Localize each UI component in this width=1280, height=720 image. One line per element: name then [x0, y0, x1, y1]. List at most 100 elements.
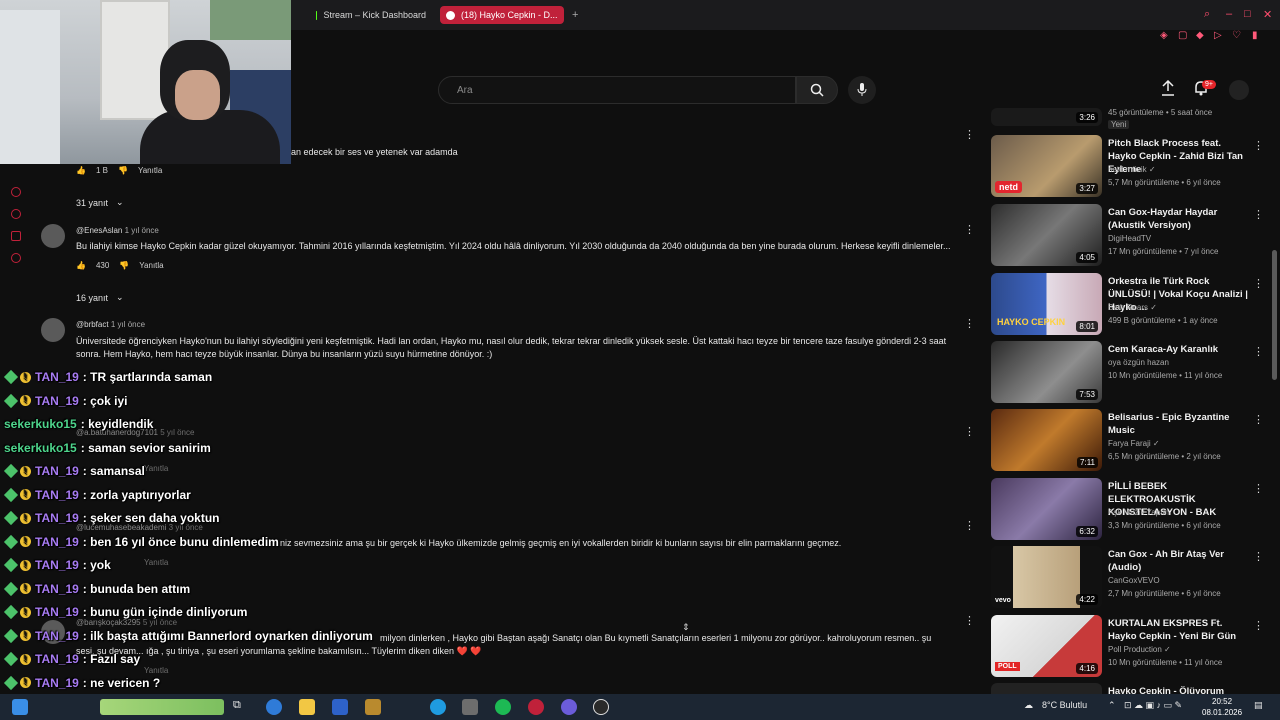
related-video[interactable]: vevo 4:22 Can Gox - Ah Bir Ataş Ver (Aud… — [991, 546, 1264, 608]
video-thumbnail[interactable] — [991, 683, 1102, 694]
video-title[interactable]: Belisarius - Epic Byzantine Music — [1108, 411, 1248, 437]
comment-menu-icon[interactable]: ⋮ — [964, 521, 975, 532]
video-thumbnail[interactable]: netd 3:27 — [991, 135, 1102, 197]
search-tabs-icon[interactable]: ⌕ — [1204, 8, 1210, 21]
obs-icon[interactable] — [593, 699, 609, 715]
commenter-avatar[interactable] — [41, 318, 65, 342]
replies-toggle[interactable]: 16 yanıt ⌄ — [76, 292, 124, 303]
video-channel[interactable]: Beth Roars ✓ — [1108, 303, 1157, 312]
related-video[interactable]: netd 3:27 Pitch Black Process feat. Hayk… — [991, 135, 1264, 197]
video-menu-icon[interactable]: ⋮ — [1253, 277, 1264, 290]
video-title[interactable]: KURTALAN EKSPRES Ft. Hayko Cepkin - Yeni… — [1108, 617, 1248, 643]
minimize-icon[interactable]: – — [1226, 8, 1232, 20]
play-icon[interactable]: ▷ — [1214, 30, 1222, 41]
video-thumbnail[interactable]: 4:05 — [991, 204, 1102, 266]
comment-menu-icon[interactable]: ⋮ — [964, 427, 975, 438]
search-input[interactable]: Ara — [438, 76, 796, 104]
tab-youtube-video[interactable]: (18) Hayko Cepkin - D... — [440, 6, 564, 24]
video-menu-icon[interactable]: ⋮ — [1253, 550, 1264, 563]
video-thumbnail[interactable]: POLL 4:16 — [991, 615, 1102, 677]
related-video[interactable]: 4:05 Can Gox-Haydar Haydar (Akustik Vers… — [991, 204, 1264, 266]
screenshot-icon[interactable]: ▢ — [1178, 30, 1187, 41]
calculator-icon[interactable] — [462, 699, 478, 715]
video-title[interactable]: Can Gox-Haydar Haydar (Akustik Versiyon) — [1108, 206, 1248, 232]
dislike-icon[interactable]: 👎 — [119, 261, 129, 270]
taskbar-search-thumbnail[interactable] — [100, 699, 224, 715]
video-thumbnail[interactable]: 3:26 — [991, 108, 1102, 126]
related-video[interactable]: 7:53 Cem Karaca-Ay Karanlık oya özgün ha… — [991, 341, 1264, 403]
video-channel[interactable]: Aşk Müzik Yapım — [1108, 508, 1169, 517]
related-video[interactable]: POLL 4:16 KURTALAN EKSPRES Ft. Hayko Cep… — [991, 615, 1264, 677]
game-icon[interactable] — [365, 699, 381, 715]
like-icon[interactable]: 👍 — [76, 166, 86, 175]
vpn-icon[interactable] — [332, 699, 348, 715]
like-icon[interactable]: 👍 — [76, 261, 86, 270]
reply-button[interactable]: Yanıtla — [144, 464, 168, 473]
related-video[interactable]: 6:32 PİLLİ BEBEK ELEKTROAKUSTİK KONSTELA… — [991, 478, 1264, 540]
video-title[interactable]: Hayko Cepkin - Ölüyorum — [1108, 685, 1248, 694]
reply-button[interactable]: Yanıtla — [139, 261, 163, 270]
dislike-icon[interactable]: 👎 — [118, 166, 128, 175]
video-thumbnail[interactable]: 7:53 — [991, 341, 1102, 403]
video-channel[interactable]: netd müzik ✓ — [1108, 165, 1156, 174]
video-channel[interactable]: Farya Faraji ✓ — [1108, 439, 1160, 448]
chevron-up-icon[interactable]: ⌃ — [1108, 700, 1116, 711]
video-thumbnail[interactable]: HAYKO CEPKIN 8:01 — [991, 273, 1102, 335]
video-thumbnail[interactable]: 6:32 — [991, 478, 1102, 540]
video-menu-icon[interactable]: ⋮ — [1253, 413, 1264, 426]
pin-icon[interactable]: ◈ — [1160, 30, 1168, 41]
opera-gx-icon[interactable] — [528, 699, 544, 715]
tray-icons[interactable]: ⊡ ☁ ▣ ♪ ▭ ✎ — [1124, 700, 1182, 711]
comment-menu-icon[interactable]: ⋮ — [964, 319, 975, 330]
shield-icon[interactable]: ◆ — [1196, 30, 1204, 41]
tab-kick-dashboard[interactable]: Stream – Kick Dashboard — [310, 6, 432, 24]
video-menu-icon[interactable]: ⋮ — [1253, 619, 1264, 632]
windows-start-icon[interactable] — [12, 699, 28, 715]
comment-menu-icon[interactable]: ⋮ — [964, 130, 975, 141]
video-menu-icon[interactable]: ⋮ — [1253, 482, 1264, 495]
search-button[interactable] — [796, 76, 838, 104]
spotify-icon[interactable] — [495, 699, 511, 715]
heart-icon[interactable]: ♡ — [1232, 30, 1241, 41]
sidebar-history-icon[interactable] — [11, 187, 21, 197]
video-menu-icon[interactable]: ⋮ — [1253, 208, 1264, 221]
task-view-icon[interactable]: ⧉ — [233, 699, 249, 715]
replies-toggle[interactable]: 31 yanıt ⌄ — [76, 197, 124, 208]
video-thumbnail[interactable]: vevo 4:22 — [991, 546, 1102, 608]
related-video[interactable]: 3:26 45 görüntüleme • 5 saat önce Yeni — [991, 108, 1261, 130]
discord-icon[interactable] — [561, 699, 577, 715]
account-avatar[interactable] — [1229, 80, 1249, 100]
video-title[interactable]: Cem Karaca-Ay Karanlık — [1108, 343, 1248, 356]
new-tab-button[interactable]: + — [566, 6, 582, 24]
page-scrollbar[interactable] — [1272, 250, 1277, 380]
comment-author[interactable]: @brbfact — [76, 320, 109, 329]
copilot-icon[interactable] — [266, 699, 282, 715]
video-channel[interactable]: oya özgün hazan — [1108, 358, 1169, 367]
upload-icon[interactable] — [1161, 80, 1175, 96]
video-menu-icon[interactable]: ⋮ — [1253, 345, 1264, 358]
video-channel[interactable]: DigiHeadTV — [1108, 234, 1151, 243]
related-video[interactable]: HAYKO CEPKIN 8:01 Orkestra ile Türk Rock… — [991, 273, 1264, 335]
comment-author[interactable]: @EnesAslan — [76, 226, 122, 235]
sidebar-toggle-icon[interactable]: ▮ — [1252, 30, 1258, 41]
sidebar-cut-icon[interactable] — [11, 231, 21, 241]
voice-search-button[interactable] — [848, 76, 876, 104]
video-thumbnail[interactable]: 7:11 — [991, 409, 1102, 471]
notification-center-icon[interactable]: ▤ — [1254, 700, 1263, 711]
maximize-icon[interactable]: □ — [1244, 8, 1251, 20]
weather-text[interactable]: 8°C Bulutlu — [1042, 700, 1087, 710]
close-icon[interactable]: ✕ — [1263, 8, 1272, 21]
reply-button[interactable]: Yanıtla — [138, 166, 162, 175]
related-video[interactable]: 7:11 Belisarius - Epic Byzantine Music F… — [991, 409, 1264, 471]
video-channel[interactable]: CanGoxVEVO — [1108, 576, 1160, 585]
video-menu-icon[interactable]: ⋮ — [1253, 139, 1264, 152]
commenter-avatar[interactable] — [41, 224, 65, 248]
edge-icon[interactable] — [430, 699, 446, 715]
weather-icon[interactable]: ☁ — [1024, 700, 1033, 711]
system-clock[interactable]: 20:52 08.01.2026 — [1202, 696, 1242, 718]
video-channel[interactable]: Poll Production ✓ — [1108, 645, 1171, 654]
video-title[interactable]: Can Gox - Ah Bir Ataş Ver (Audio) — [1108, 548, 1248, 574]
file-explorer-icon[interactable] — [299, 699, 315, 715]
comment-menu-icon[interactable]: ⋮ — [964, 225, 975, 236]
comment-menu-icon[interactable]: ⋮ — [964, 616, 975, 627]
